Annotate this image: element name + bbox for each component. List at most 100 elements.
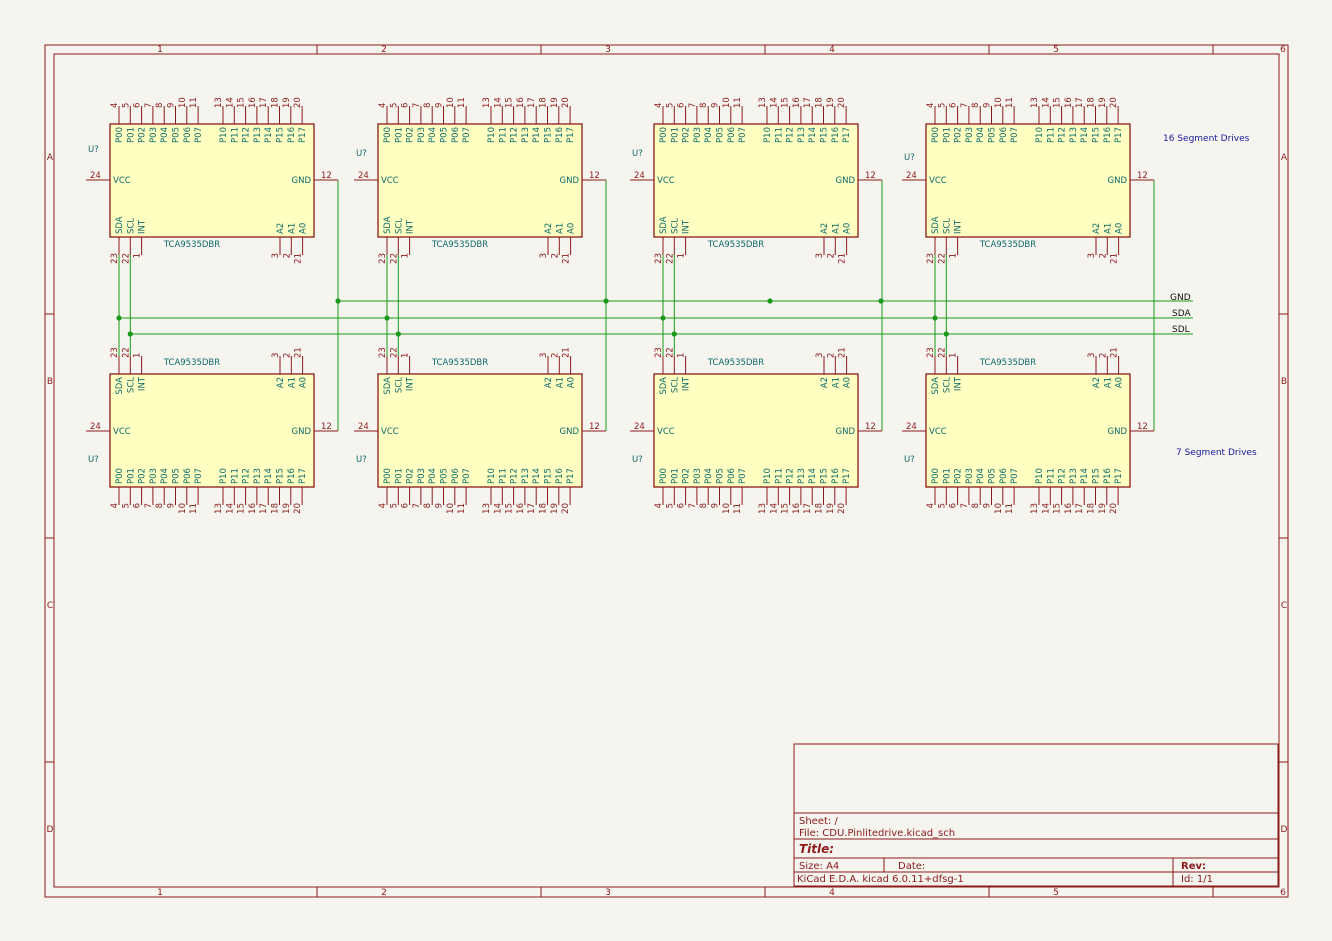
pin-name: P11 [1046, 468, 1056, 484]
pin-name: P11 [774, 468, 784, 484]
pin-name: P16 [831, 468, 841, 484]
pin-name: P13 [797, 127, 807, 143]
note-7-segment: 7 Segment Drives [1176, 448, 1257, 458]
ic-value: TCA9535DBR [431, 240, 488, 250]
pin-number: 14 [769, 97, 779, 108]
pin-name: P16 [1103, 127, 1113, 143]
pin-number-gnd: 12 [1137, 171, 1148, 181]
pin-number: 20 [293, 97, 303, 108]
pin-name: INT [138, 219, 148, 234]
zone-row-left: B [47, 377, 53, 387]
pin-name: P13 [521, 127, 531, 143]
pin-number: 5 [121, 503, 131, 508]
pin-number-gnd: 12 [589, 422, 600, 432]
pin-number: 8 [699, 503, 709, 508]
pin-name: A1 [1103, 377, 1113, 388]
pin-name: A1 [555, 377, 565, 388]
zone-col-bottom: 6 [1280, 888, 1286, 898]
pin-number: 23 [110, 347, 120, 358]
pin-number: 20 [293, 503, 303, 514]
junction-dot [384, 315, 390, 321]
pin-name: P17 [1114, 468, 1124, 484]
pin-number: 4 [926, 503, 936, 508]
pin-number: 22 [389, 253, 399, 264]
ic-tca9535[interactable]: 4P005P016P027P038P049P0510P0611P0713P101… [86, 97, 338, 264]
pin-number-gnd: 12 [865, 422, 876, 432]
pin-name: P05 [172, 127, 182, 143]
pin-number: 16 [792, 97, 802, 108]
pin-name: P01 [126, 468, 136, 484]
pin-number: 3 [271, 353, 281, 358]
pin-name: P13 [253, 127, 263, 143]
ic-reference: U? [356, 149, 367, 159]
pin-number: 21 [1110, 347, 1120, 358]
pin-name-gnd: GND [836, 176, 856, 186]
pin-name-vcc: VCC [113, 427, 131, 437]
pin-name: INT [406, 219, 416, 234]
pin-number: 6 [677, 103, 687, 108]
pin-number-vcc: 24 [634, 422, 645, 432]
pin-number: 16 [792, 503, 802, 514]
pin-number: 23 [654, 253, 664, 264]
pin-number: 21 [562, 347, 572, 358]
pin-number: 15 [1053, 97, 1063, 108]
pin-number: 18 [815, 97, 825, 108]
ic-tca9535[interactable]: 4P005P016P027P038P049P0510P0611P0713P101… [902, 347, 1154, 514]
ic-tca9535[interactable]: 4P005P016P027P038P049P0510P0611P0713P101… [630, 97, 882, 264]
zone-col-bottom: 2 [381, 888, 387, 898]
pin-number: 10 [722, 97, 732, 108]
pin-name: P02 [138, 127, 148, 143]
ic-reference: U? [632, 149, 643, 159]
pin-name: P17 [566, 127, 576, 143]
ic-tca9535[interactable]: 4P005P016P027P038P049P0510P0611P0713P101… [354, 97, 606, 264]
pin-name: P05 [716, 468, 726, 484]
pin-name: P12 [510, 127, 520, 143]
ic-tca9535[interactable]: 4P005P016P027P038P049P0510P0611P0713P101… [354, 347, 606, 514]
pin-number: 6 [949, 103, 959, 108]
tb-title: Title: [799, 842, 834, 856]
pin-name: P02 [406, 468, 416, 484]
pin-name: P11 [230, 468, 240, 484]
pin-number: 1 [949, 253, 959, 258]
pin-number: 23 [926, 253, 936, 264]
pin-name: P02 [138, 468, 148, 484]
pin-number: 13 [482, 503, 492, 514]
pin-name: A0 [1115, 377, 1125, 388]
tb-date: Date: [898, 861, 925, 872]
pin-name: P04 [704, 127, 714, 143]
pin-name: P16 [1103, 468, 1113, 484]
pin-name: P00 [659, 127, 669, 143]
pin-number: 17 [259, 97, 269, 108]
zone-row-right: A [1281, 153, 1288, 163]
pin-name: INT [138, 376, 148, 391]
pin-name: P05 [172, 468, 182, 484]
pin-number-gnd: 12 [321, 422, 332, 432]
junction-dot [660, 315, 666, 321]
ic-tca9535[interactable]: 4P005P016P027P038P049P0510P0611P0713P101… [630, 347, 882, 514]
pin-name: P17 [1114, 127, 1124, 143]
ic-tca9535[interactable]: 4P005P016P027P038P049P0510P0611P0713P101… [902, 97, 1154, 264]
junction-dot [767, 298, 773, 304]
pin-number: 7 [144, 103, 154, 108]
pin-name: P06 [183, 468, 193, 484]
pin-number: 13 [214, 97, 224, 108]
pin-name: P10 [1035, 468, 1045, 484]
pin-number: 8 [971, 503, 981, 508]
pin-name: P06 [727, 468, 737, 484]
ic-tca9535[interactable]: 4P005P016P027P038P049P0510P0611P0713P101… [86, 347, 338, 514]
pin-number: 9 [711, 503, 721, 508]
pin-name: P07 [738, 127, 748, 143]
pin-number: 1 [677, 353, 687, 358]
pin-name: A2 [820, 377, 830, 388]
pin-name-gnd: GND [1108, 427, 1128, 437]
pin-number-vcc: 24 [358, 171, 369, 181]
net-label-sda: SDA [1172, 309, 1191, 319]
pin-number: 3 [271, 253, 281, 258]
pin-number: 5 [389, 503, 399, 508]
pin-number: 20 [561, 503, 571, 514]
pin-name: P03 [417, 127, 427, 143]
pin-number: 9 [983, 503, 993, 508]
ic-reference: U? [904, 455, 915, 465]
pin-name: P04 [976, 468, 986, 484]
pin-name: A0 [567, 377, 577, 388]
